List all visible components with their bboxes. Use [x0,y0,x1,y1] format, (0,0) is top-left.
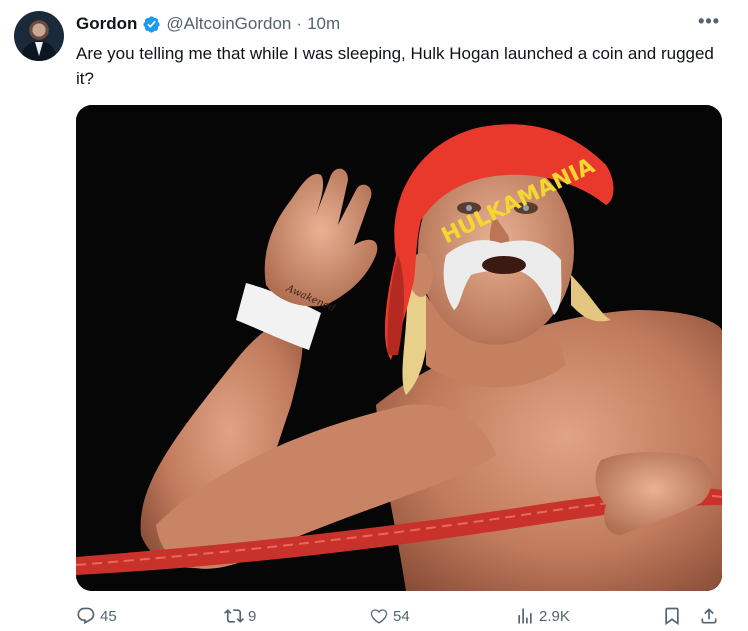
tweet-text: Are you telling me that while I was slee… [76,44,714,88]
like-count: 54 [393,607,410,625]
reply-count: 45 [100,607,117,625]
repost-icon [224,609,244,623]
share-button[interactable] [699,606,719,626]
views-button[interactable]: 2.9K [515,606,570,626]
tweet-media-image[interactable]: HULKAMANIA Awakened [76,105,722,591]
wrestler-photo: HULKAMANIA Awakened [76,105,722,591]
reply-button[interactable]: 45 [76,606,117,626]
bookmark-icon [665,607,679,626]
views-count: 2.9K [539,607,570,625]
repost-button[interactable]: 9 [224,606,256,626]
tweet-header: Gordon @AltcoinGordon · 10m [76,14,340,34]
views-icon [518,608,532,624]
reply-icon [77,607,95,625]
avatar[interactable] [14,11,64,61]
tweet-actions-bar: 45 9 54 2.9K [76,606,726,630]
repost-count: 9 [248,607,257,625]
verified-badge-icon[interactable] [142,15,161,34]
more-icon[interactable]: ••• [698,12,720,30]
share-icon [701,608,717,624]
author-handle[interactable]: @AltcoinGordon [166,14,291,34]
like-button[interactable]: 54 [369,606,410,626]
author-name[interactable]: Gordon [76,14,137,34]
tweet-card: Gordon @AltcoinGordon · 10m ••• Are you … [0,0,748,631]
heart-icon [370,609,388,624]
separator-dot: · [296,14,303,33]
tweet-timestamp[interactable]: 10m [307,14,340,34]
bookmark-button[interactable] [662,606,682,626]
